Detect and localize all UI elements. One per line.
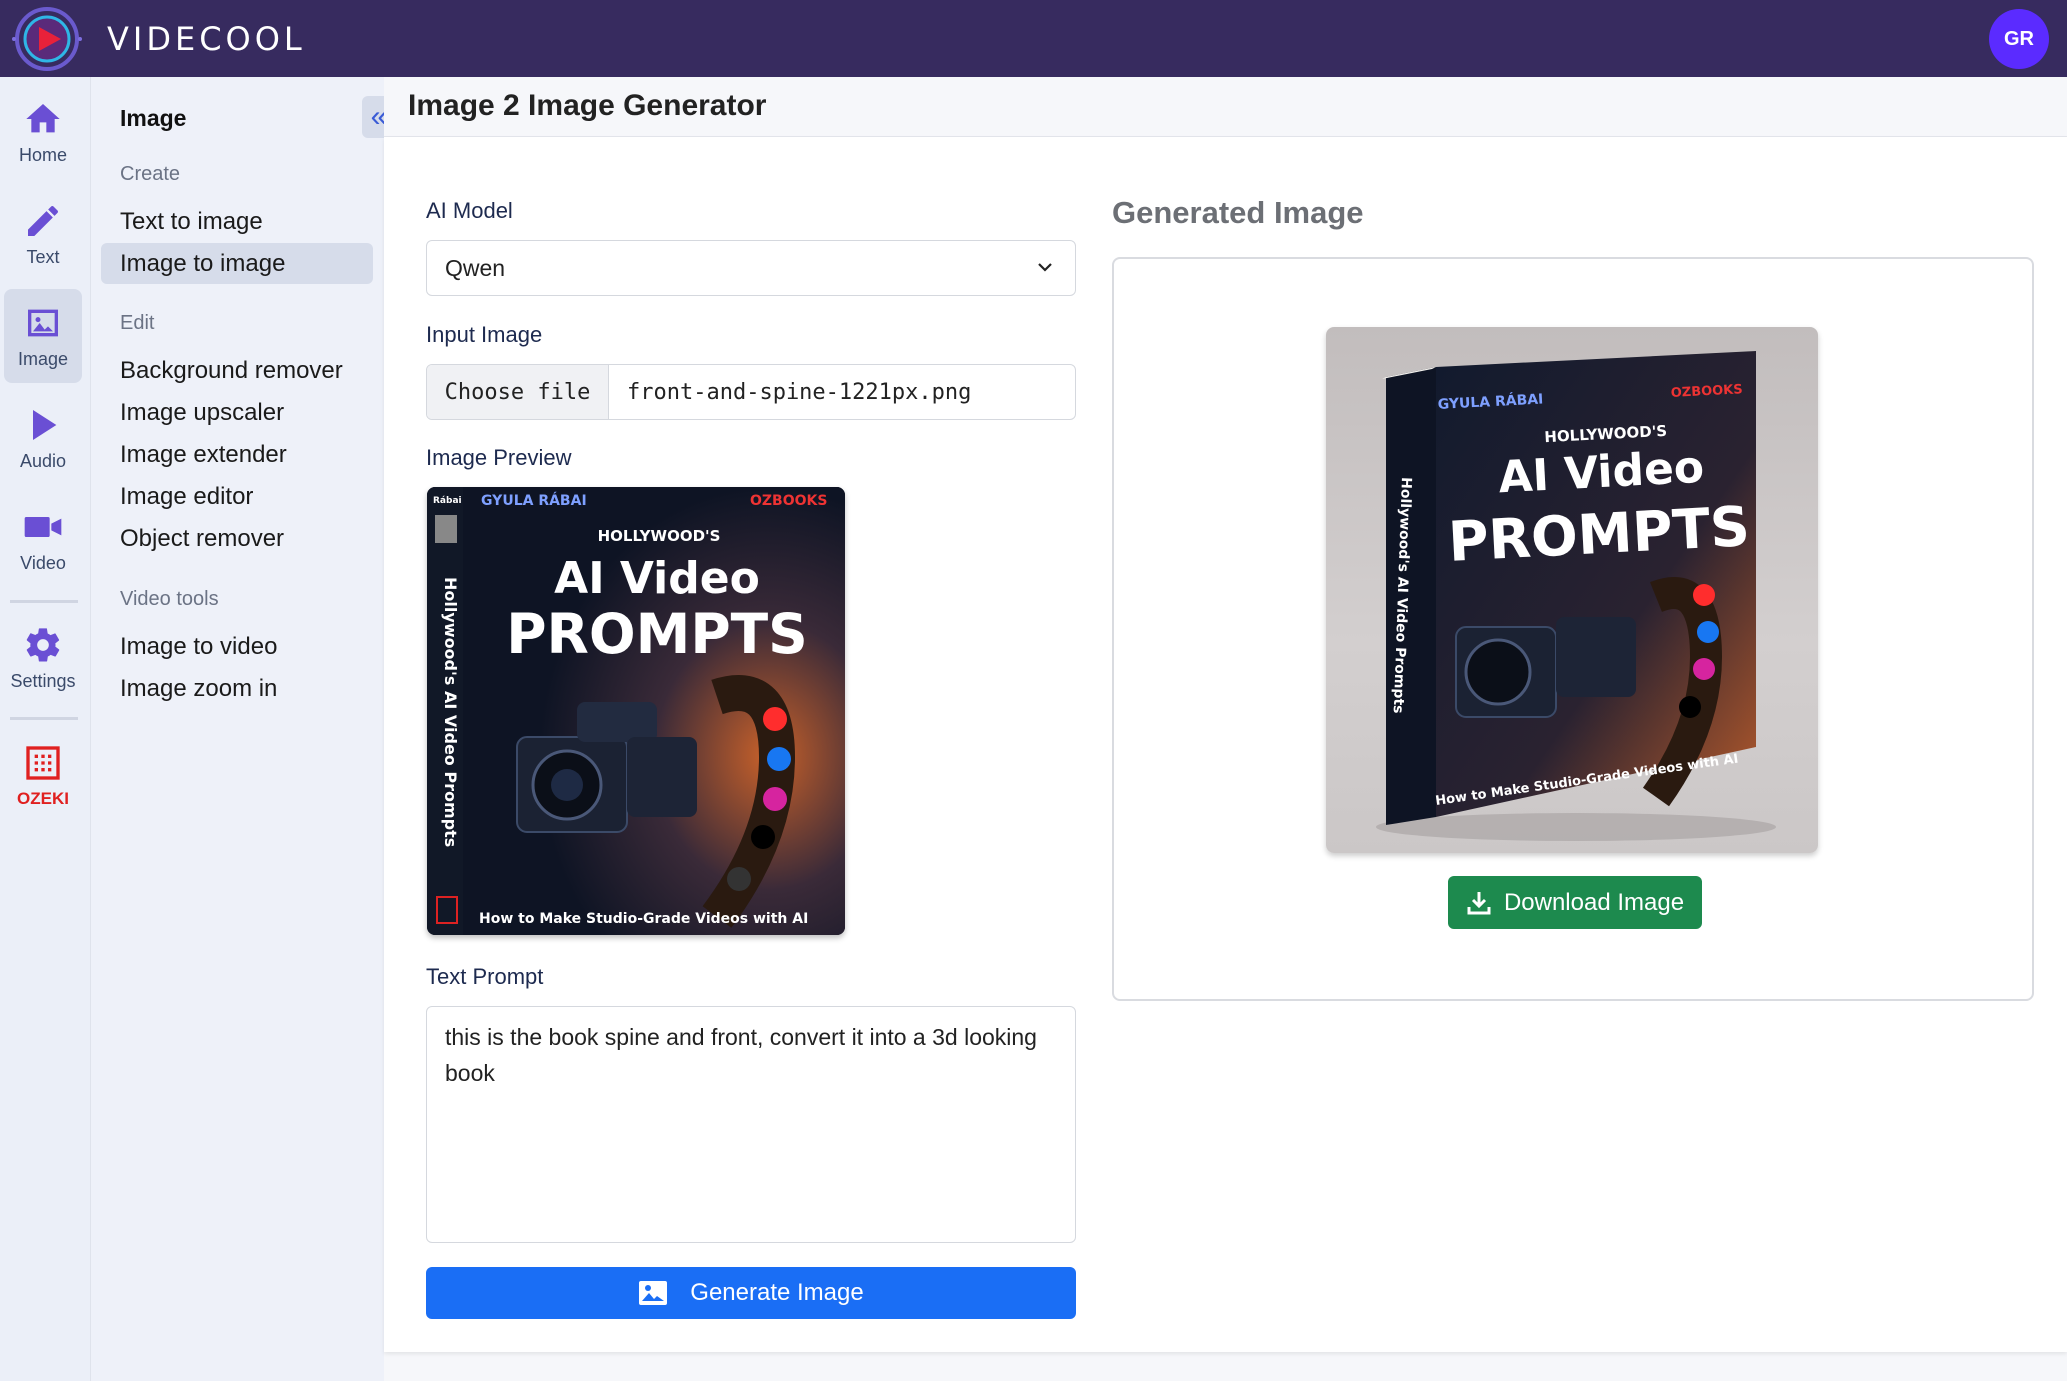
menu-item-text-to-image[interactable]: Text to image [101, 201, 373, 242]
rail-label-settings: Settings [10, 670, 76, 691]
rail-label-home: Home [18, 144, 67, 165]
rail-item-audio[interactable]: Audio [4, 391, 82, 485]
menu-item-object-remover[interactable]: Object remover [101, 518, 373, 559]
book-cover-preview-image: Rábai Hollywood's AI Video Prompts GYULA… [427, 487, 845, 935]
download-image-label: Download Image [1503, 888, 1685, 916]
ai-model-value: Qwen [445, 255, 506, 281]
top-bar: VIDECOOL GR [0, 0, 2067, 77]
rail-divider [10, 717, 78, 720]
image-icon [28, 309, 58, 336]
group-label-video-tools: Video tools [120, 588, 219, 610]
group-label-edit: Edit [120, 312, 155, 334]
chevron-down-icon [1038, 263, 1052, 272]
input-image-label: Input Image [426, 322, 543, 347]
generated-image-panel: GYULA RÁBAI OZBOOKS HOLLYWOOD'S AI Video… [1112, 257, 2034, 1001]
ai-model-select[interactable]: Qwen [426, 240, 1076, 296]
videcool-logo-icon[interactable] [6, 4, 88, 74]
generator-card: AI Model Qwen Input Image Choose file fr… [384, 137, 2067, 1352]
cover-publisher-text: OZBOOKS [750, 493, 827, 509]
user-avatar[interactable]: GR [1989, 9, 2049, 69]
image-preview-label: Image Preview [426, 445, 572, 470]
play-icon [33, 409, 57, 440]
video-camera-icon [24, 516, 62, 537]
cover-author-text: GYULA RÁBAI [481, 492, 587, 509]
rail-label-image: Image [17, 348, 69, 369]
menu-item-image-to-video[interactable]: Image to video [101, 626, 373, 667]
rail-label-text: Text [26, 246, 60, 267]
page-header: Image 2 Image Generator [384, 77, 2067, 137]
generated-title-line1: AI Video [1497, 442, 1705, 504]
generate-image-button[interactable]: Generate Image [426, 1267, 1076, 1319]
rail-divider [10, 600, 78, 603]
text-prompt-textarea[interactable]: this is the book spine and front, conver… [426, 1006, 1076, 1243]
choose-file-button[interactable]: Choose file [427, 365, 609, 419]
page-title: Image 2 Image Generator [408, 89, 767, 122]
rail-item-home[interactable]: Home [4, 85, 82, 179]
home-icon [26, 103, 60, 132]
menu-item-image-to-image[interactable]: Image to image [101, 243, 373, 284]
spine-title-text: Hollywood's AI Video Prompts [441, 577, 460, 847]
generated-3d-book-render: GYULA RÁBAI OZBOOKS HOLLYWOOD'S AI Video… [1376, 351, 1776, 841]
generated-book-image: GYULA RÁBAI OZBOOKS HOLLYWOOD'S AI Video… [1326, 327, 1818, 853]
cover-subtitle-text: How to Make Studio-Grade Videos with AI [479, 911, 808, 927]
rail-label-ozeki: OZEKI [17, 789, 69, 808]
brand-name: VIDECOOL [107, 20, 306, 58]
submenu-title: Image [120, 105, 187, 131]
menu-item-background-remover[interactable]: Background remover [101, 350, 373, 391]
input-image-file-field[interactable]: Choose file front-and-spine-1221px.png [426, 364, 1076, 420]
rail-label-audio: Audio [19, 450, 67, 471]
generated-image-title: Generated Image [1112, 195, 1364, 230]
image-submenu: Image Create Text to image Image to imag… [91, 77, 384, 1381]
icon-rail: Home Text Image Audio Video Settings OZE… [0, 77, 91, 1381]
menu-item-image-extender[interactable]: Image extender [101, 434, 373, 475]
input-image-preview: Rábai Hollywood's AI Video Prompts GYULA… [427, 487, 845, 935]
ai-model-label: AI Model [426, 198, 513, 223]
cover-title-line1: AI Video [554, 553, 760, 604]
menu-item-image-upscaler[interactable]: Image upscaler [101, 392, 373, 433]
rail-item-text[interactable]: Text [4, 187, 82, 281]
cover-title-line2: PROMPTS [506, 602, 808, 666]
menu-item-image-editor[interactable]: Image editor [101, 476, 373, 517]
rail-item-video[interactable]: Video [4, 493, 82, 587]
rail-item-settings[interactable]: Settings [4, 611, 82, 705]
rail-label-video: Video [20, 552, 66, 573]
download-image-button[interactable]: Download Image [1448, 876, 1702, 929]
text-prompt-label: Text Prompt [426, 964, 544, 989]
selected-file-name: front-and-spine-1221px.png [627, 379, 972, 405]
generate-image-label: Generate Image [690, 1279, 864, 1306]
group-label-create: Create [120, 163, 181, 185]
download-icon [1467, 891, 1491, 914]
image-icon [639, 1281, 668, 1305]
spine-author-text: Rábai [433, 496, 462, 506]
rail-item-image[interactable]: Image [4, 289, 82, 383]
pencil-icon [28, 205, 58, 236]
rail-item-ozeki[interactable]: OZEKI [4, 729, 82, 823]
main-area: Image 2 Image Generator AI Model Qwen In… [384, 77, 2067, 1381]
cover-series-text: HOLLYWOOD'S [598, 527, 721, 545]
menu-item-image-zoom-in[interactable]: Image zoom in [101, 668, 373, 709]
gear-icon [26, 627, 60, 661]
ozeki-logo-icon [26, 746, 60, 780]
